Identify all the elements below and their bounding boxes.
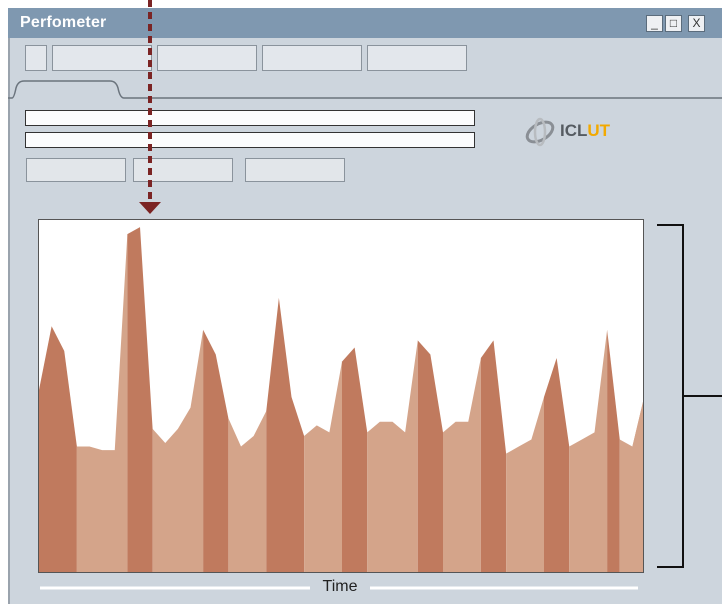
x-axis-label: Time	[310, 578, 370, 596]
x-axis-line	[40, 586, 638, 590]
